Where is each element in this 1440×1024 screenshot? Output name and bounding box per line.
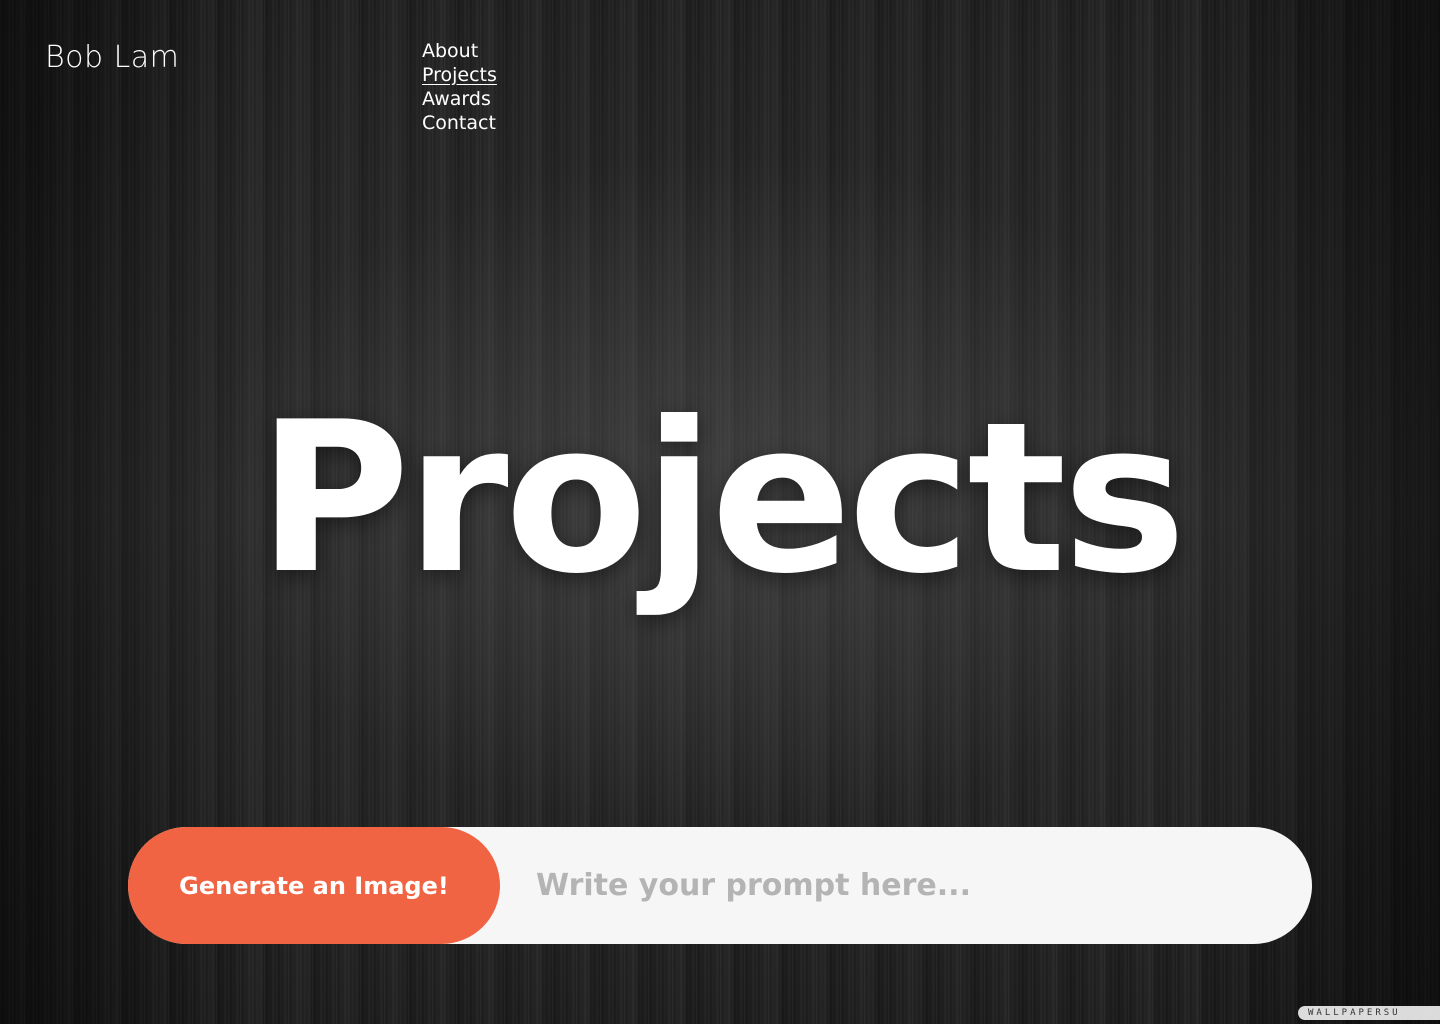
generate-image-button[interactable]: Generate an Image! — [128, 827, 500, 944]
nav-link-about[interactable]: About — [422, 39, 497, 63]
main-nav: About Projects Awards Contact — [422, 39, 497, 135]
background-watermark: WALLPAPERSU — [1298, 1006, 1440, 1020]
nav-link-awards[interactable]: Awards — [422, 87, 497, 111]
brand-name[interactable]: Bob Lam — [45, 40, 179, 75]
page-title: Projects — [257, 378, 1187, 620]
nav-link-contact[interactable]: Contact — [422, 111, 497, 135]
prompt-input[interactable] — [500, 827, 1312, 944]
prompt-bar: Generate an Image! — [128, 827, 1312, 944]
nav-link-projects[interactable]: Projects — [422, 63, 497, 87]
